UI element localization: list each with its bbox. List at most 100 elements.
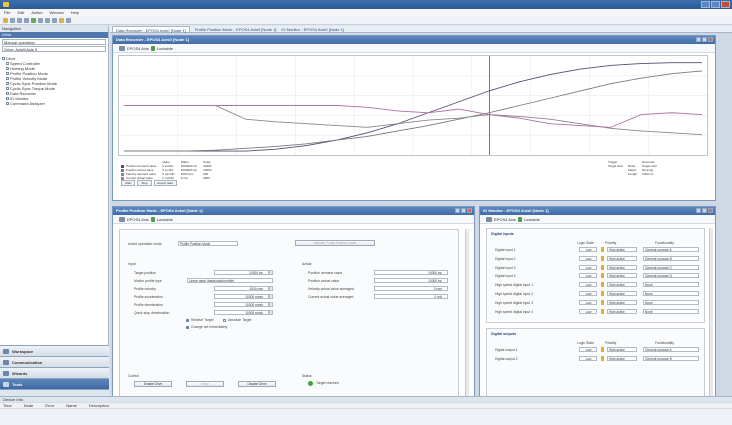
- data-recorder-pane: Data Recorder - EPOS4 Axis0 [Node 1] EPO…: [112, 35, 716, 201]
- menu-action[interactable]: Action: [31, 9, 42, 16]
- io-polarity-select[interactable]: High active: [607, 273, 637, 279]
- help-icon[interactable]: [59, 18, 64, 23]
- nav-panel-wizards[interactable]: Wizards: [0, 367, 109, 378]
- io-function-select[interactable]: General purpose B: [643, 255, 699, 261]
- disable-drive-button[interactable]: Disable Drive: [238, 381, 276, 387]
- tree-item[interactable]: Command Analyzer: [2, 101, 106, 106]
- menu-edit[interactable]: Edit: [17, 9, 24, 16]
- save-icon[interactable]: [17, 18, 22, 23]
- export-button[interactable]: Export data: [153, 180, 177, 186]
- tab-data-recorder[interactable]: Data Recorder - EPOS4 Axis0 [Node 1]: [112, 26, 190, 33]
- quickstop-deceleration-stepper[interactable]: [269, 310, 273, 315]
- navigation-panel: Navigation Drive Manual operation Drive:…: [0, 26, 109, 396]
- close-button[interactable]: [721, 1, 730, 8]
- io-function-select[interactable]: General purpose C: [643, 264, 699, 270]
- maximize-icon[interactable]: [702, 208, 707, 213]
- absolute-target-radio[interactable]: [223, 319, 226, 322]
- menu-window[interactable]: Window: [49, 9, 63, 16]
- disconnect-icon[interactable]: [38, 18, 43, 23]
- close-icon[interactable]: [708, 37, 713, 42]
- io-scrollbar[interactable]: [709, 228, 713, 398]
- position-actual-value: 10000 inc: [374, 278, 448, 283]
- minimize-button[interactable]: [701, 1, 710, 8]
- io-monitor-pane: IO Monitor - EPOS4 Axis0 [Node 1] EPOS4 …: [479, 206, 716, 400]
- motion-profile-select[interactable]: Linear ramp (trapezoidal profile): [187, 278, 273, 283]
- menu-help[interactable]: Help: [71, 9, 79, 16]
- io-polarity-select[interactable]: High active: [607, 347, 637, 352]
- stop-button[interactable]: Stop: [137, 180, 152, 186]
- close-icon[interactable]: [467, 208, 472, 213]
- io-function-select[interactable]: General purpose D: [643, 273, 699, 279]
- current-actual-value: 0 mA: [374, 294, 448, 299]
- change-immediately-checkbox[interactable]: [186, 326, 189, 329]
- start-button[interactable]: Start: [121, 180, 136, 186]
- io-function-select[interactable]: None: [643, 299, 699, 305]
- info-icon[interactable]: [66, 18, 71, 23]
- tab-io-monitor[interactable]: IO Monitor - EPOS4 Axis0 [Node 1]: [281, 26, 343, 32]
- nav-device-combo[interactable]: Drive: Axis0/Axis 0: [2, 46, 106, 52]
- minimize-icon[interactable]: [455, 208, 460, 213]
- target-position-stepper[interactable]: [269, 270, 273, 275]
- activate-ppm-button[interactable]: Activate Profile Position Mode: [295, 240, 375, 246]
- open-icon[interactable]: [10, 18, 15, 23]
- io-polarity-select[interactable]: High active: [607, 264, 637, 270]
- enable-drive-button[interactable]: Enable Drive: [134, 381, 172, 387]
- new-icon[interactable]: [3, 18, 8, 23]
- io-function-select[interactable]: General purpose A: [643, 247, 699, 252]
- io-polarity-select[interactable]: High active: [607, 308, 637, 314]
- io-polarity-select[interactable]: High active: [607, 355, 637, 361]
- io-polarity-select[interactable]: High active: [607, 299, 637, 305]
- window-titlebar: [0, 0, 732, 9]
- io-function-select[interactable]: None: [643, 282, 699, 288]
- maximize-icon[interactable]: [702, 37, 707, 42]
- op-mode-label: Active operation mode: [128, 242, 162, 246]
- nav-mode-combo[interactable]: Manual operation: [2, 39, 106, 45]
- scan-icon[interactable]: [45, 18, 50, 23]
- actual-section: Actual: [302, 262, 312, 266]
- profile-velocity-stepper[interactable]: [269, 286, 273, 291]
- profile-acceleration-input[interactable]: 10000 rpm/s: [214, 294, 269, 299]
- close-icon[interactable]: [708, 208, 713, 213]
- io-polarity-select[interactable]: High active: [607, 291, 637, 296]
- connect-icon[interactable]: [31, 18, 36, 23]
- maximize-icon[interactable]: [461, 208, 466, 213]
- state-label: Lockable: [156, 216, 173, 222]
- io-polarity-select[interactable]: High active: [607, 247, 637, 252]
- lock-icon: [517, 216, 522, 222]
- io-state-led-icon: [601, 255, 604, 261]
- menu-file[interactable]: File: [4, 9, 10, 16]
- nav-panel-tools[interactable]: Tools: [0, 378, 109, 389]
- io-polarity-select[interactable]: High active: [607, 255, 637, 261]
- document-area: Data Recorder - EPOS4 Axis0 [Node 1] Pro…: [110, 26, 732, 400]
- target-position-input[interactable]: 10000 inc: [214, 270, 269, 275]
- io-polarity-select[interactable]: High active: [607, 282, 637, 288]
- recorder-chart[interactable]: [118, 55, 708, 156]
- move-button[interactable]: Move: [186, 381, 224, 387]
- profile-deceleration-stepper[interactable]: [269, 302, 273, 307]
- print-icon[interactable]: [24, 18, 29, 23]
- profile-acceleration-stepper[interactable]: [269, 294, 273, 299]
- io-function-select[interactable]: None: [643, 291, 699, 296]
- minimize-icon[interactable]: [696, 208, 701, 213]
- quickstop-deceleration-input[interactable]: 10000 rpm/s: [214, 310, 269, 315]
- profile-velocity-input[interactable]: 1000 rpm: [214, 286, 269, 291]
- nav-panel-workspace[interactable]: Workspace: [0, 345, 109, 356]
- io-logic-state: Low: [579, 273, 597, 279]
- io-name: High speed digital input 3: [495, 300, 534, 305]
- maximize-button[interactable]: [711, 1, 720, 8]
- tab-profile-position[interactable]: Profile Position Mode - EPOS4 Axis0 [Nod…: [195, 26, 277, 32]
- io-function-select[interactable]: None: [643, 308, 699, 314]
- nav-panel-communication[interactable]: Communication: [0, 356, 109, 367]
- io-function-select[interactable]: General purpose A: [643, 347, 699, 352]
- io-name: High speed digital input 4: [495, 309, 534, 314]
- profile-deceleration-input[interactable]: 10000 rpm/s: [214, 302, 269, 307]
- io-name: High speed digital input 2: [495, 292, 534, 296]
- settings-icon[interactable]: [52, 18, 57, 23]
- ppm-scrollbar[interactable]: [465, 229, 469, 397]
- io-function-select[interactable]: General purpose B: [643, 355, 699, 361]
- op-mode-field: Profile Position Mode: [178, 241, 238, 246]
- tool-icon: [6, 87, 9, 91]
- relative-target-radio[interactable]: [186, 319, 189, 322]
- tool-icon: [6, 92, 9, 96]
- minimize-icon[interactable]: [696, 37, 701, 42]
